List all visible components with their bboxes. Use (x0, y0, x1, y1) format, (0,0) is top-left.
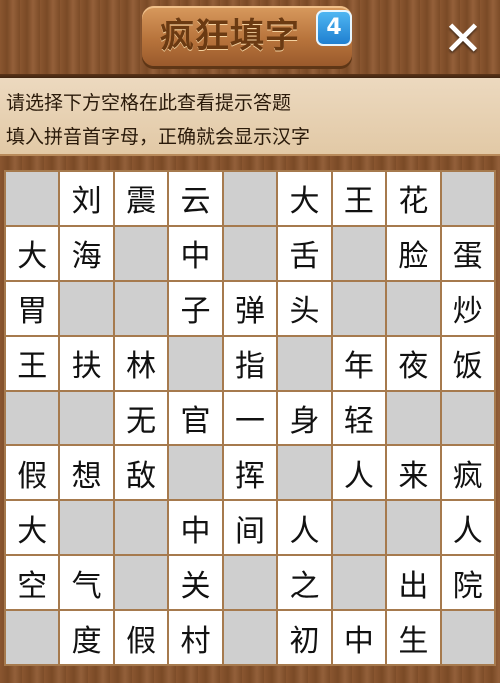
letter-cell[interactable]: 扶 (60, 336, 113, 390)
letter-cell[interactable]: 度 (60, 611, 113, 664)
letter-cell[interactable]: 脸 (387, 226, 440, 280)
blank-cell[interactable] (441, 611, 494, 664)
blank-cell[interactable] (223, 556, 277, 610)
blank-cell[interactable] (278, 336, 331, 390)
blank-cell[interactable] (169, 446, 222, 500)
letter-cell[interactable]: 大 (6, 501, 59, 555)
blank-cell[interactable] (60, 281, 113, 335)
letter-cell[interactable]: 人 (278, 501, 331, 555)
letter-cell[interactable]: 来 (387, 446, 440, 500)
letter-cell[interactable]: 想 (60, 446, 113, 500)
letter-cell[interactable]: 夜 (387, 336, 440, 390)
blank-cell[interactable] (332, 501, 386, 555)
blank-cell[interactable] (114, 226, 168, 280)
level-badge: 4 (316, 10, 352, 46)
letter-cell[interactable]: 人 (441, 501, 494, 555)
game-title: 疯狂填字 (160, 16, 300, 56)
letter-cell[interactable]: 初 (278, 611, 331, 664)
letter-cell[interactable]: 挥 (223, 446, 277, 500)
letter-cell[interactable]: 院 (441, 556, 494, 610)
letter-cell[interactable]: 舌 (278, 226, 331, 280)
letter-cell[interactable]: 轻 (332, 391, 386, 445)
letter-cell[interactable]: 炒 (441, 281, 494, 335)
letter-cell[interactable]: 林 (114, 336, 168, 390)
letter-cell[interactable]: 村 (169, 611, 222, 664)
letter-cell[interactable]: 震 (114, 172, 168, 225)
hint-line-2: 填入拼音首字母，正确就会显示汉字 (6, 126, 311, 148)
letter-cell[interactable]: 头 (278, 281, 331, 335)
letter-cell[interactable]: 假 (114, 611, 168, 664)
letter-cell[interactable]: 大 (278, 172, 331, 225)
blank-cell[interactable] (223, 611, 277, 664)
letter-cell[interactable]: 关 (169, 556, 222, 610)
blank-cell[interactable] (6, 611, 59, 664)
letter-cell[interactable]: 弹 (223, 281, 277, 335)
hint-panel: 请选择下方空格在此查看提示答题 填入拼音首字母，正确就会显示汉字 (0, 78, 500, 156)
blank-cell[interactable] (169, 336, 222, 390)
blank-cell[interactable] (223, 226, 277, 280)
letter-cell[interactable]: 子 (169, 281, 222, 335)
blank-cell[interactable] (114, 501, 168, 555)
close-button[interactable]: ✕ (438, 14, 488, 64)
letter-cell[interactable]: 大 (6, 226, 59, 280)
letter-cell[interactable]: 花 (387, 172, 440, 225)
letter-cell[interactable]: 一 (223, 391, 277, 445)
letter-cell[interactable]: 王 (6, 336, 59, 390)
blank-cell[interactable] (441, 172, 494, 225)
blank-cell[interactable] (114, 556, 168, 610)
blank-cell[interactable] (6, 391, 59, 445)
letter-cell[interactable]: 刘 (60, 172, 113, 225)
letter-cell[interactable]: 指 (223, 336, 277, 390)
letter-cell[interactable]: 空 (6, 556, 59, 610)
letter-cell[interactable]: 饭 (441, 336, 494, 390)
crossword-grid: 刘震云大王花大海中舌脸蛋胃子弹头炒王扶林指年夜饭无官一身轻假想敌挥人来疯大中间人… (4, 170, 496, 666)
blank-cell[interactable] (332, 226, 386, 280)
blank-cell[interactable] (223, 172, 277, 225)
letter-cell[interactable]: 海 (60, 226, 113, 280)
letter-cell[interactable]: 之 (278, 556, 331, 610)
letter-cell[interactable]: 官 (169, 391, 222, 445)
letter-cell[interactable]: 王 (332, 172, 386, 225)
letter-cell[interactable]: 年 (332, 336, 386, 390)
blank-cell[interactable] (278, 446, 331, 500)
letter-cell[interactable]: 气 (60, 556, 113, 610)
hint-line-1: 请选择下方空格在此查看提示答题 (6, 92, 292, 114)
letter-cell[interactable]: 生 (387, 611, 440, 664)
blank-cell[interactable] (332, 281, 386, 335)
blank-cell[interactable] (387, 501, 440, 555)
letter-cell[interactable]: 蛋 (441, 226, 494, 280)
blank-cell[interactable] (114, 281, 168, 335)
letter-cell[interactable]: 身 (278, 391, 331, 445)
letter-cell[interactable]: 间 (223, 501, 277, 555)
letter-cell[interactable]: 假 (6, 446, 59, 500)
letter-cell[interactable]: 疯 (441, 446, 494, 500)
letter-cell[interactable]: 出 (387, 556, 440, 610)
blank-cell[interactable] (60, 391, 113, 445)
letter-cell[interactable]: 中 (169, 501, 222, 555)
blank-cell[interactable] (6, 172, 59, 225)
letter-cell[interactable]: 云 (169, 172, 222, 225)
blank-cell[interactable] (332, 556, 386, 610)
letter-cell[interactable]: 中 (332, 611, 386, 664)
letter-cell[interactable]: 胃 (6, 281, 59, 335)
blank-cell[interactable] (441, 391, 494, 445)
letter-cell[interactable]: 无 (114, 391, 168, 445)
letter-cell[interactable]: 中 (169, 226, 222, 280)
blank-cell[interactable] (387, 281, 440, 335)
blank-cell[interactable] (387, 391, 440, 445)
letter-cell[interactable]: 人 (332, 446, 386, 500)
letter-cell[interactable]: 敌 (114, 446, 168, 500)
blank-cell[interactable] (60, 501, 113, 555)
